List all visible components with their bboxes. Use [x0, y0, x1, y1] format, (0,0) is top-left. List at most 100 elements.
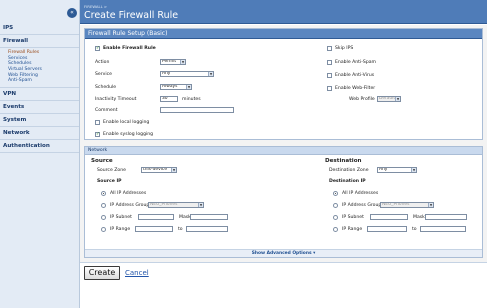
source-ip-group-radio[interactable] — [101, 203, 106, 208]
destination-range-start-input[interactable] — [367, 226, 407, 232]
sidebar: « IPS Firewall Firewall Rules Services S… — [0, 0, 80, 308]
chevron-down-icon: ▼ — [180, 60, 185, 64]
network-panel: Network Source Source Zone this-device ▼ … — [84, 146, 483, 258]
sidebar-item-anti-spam[interactable]: Anti-Spam — [0, 78, 79, 84]
source-zone-select[interactable]: this-device ▼ — [141, 167, 177, 173]
firewall-submenu: Firewall Rules Services Schedules Virtua… — [0, 48, 79, 89]
syslog-logging-checkbox[interactable]: ✓ — [95, 132, 100, 137]
schedule-select[interactable]: Always ▼ — [160, 84, 192, 90]
service-select-value: Any — [162, 71, 171, 76]
basic-setup-panel: Firewall Rule Setup (Basic) ✓ Enable Fir… — [84, 28, 483, 140]
service-label: Service — [95, 72, 112, 77]
destination-ip-heading: Destination IP — [329, 179, 366, 184]
network-title: Network — [85, 147, 482, 155]
source-ip-subnet-label: IP Subnet — [110, 215, 132, 220]
source-ip-group-select[interactable]: NEU_Phones ▼ — [148, 202, 204, 208]
chevron-down-icon: ▼ — [171, 168, 176, 172]
breadcrumb[interactable]: FIREWALL > — [84, 4, 107, 9]
destination-ip-range-label: IP Range — [342, 227, 363, 232]
anti-spam-checkbox[interactable] — [327, 60, 332, 65]
destination-ip-group-select-value: NEU_Phones — [382, 202, 410, 207]
timeout-label: Inactivity Timeout — [95, 97, 137, 102]
source-ip-range-radio[interactable] — [101, 227, 106, 232]
sidebar-section-events[interactable]: Events — [0, 101, 79, 115]
destination-ip-subnet-input[interactable] — [370, 214, 408, 220]
anti-virus-label: Enable Anti-Virus — [335, 73, 375, 78]
sidebar-section-network[interactable]: Network — [0, 127, 79, 141]
cancel-link[interactable]: Cancel — [125, 269, 149, 277]
action-label: Action — [95, 60, 110, 65]
sidebar-top: « — [0, 0, 79, 22]
network-body: Source Source Zone this-device ▼ Source I… — [85, 156, 482, 258]
source-ip-heading: Source IP — [97, 179, 122, 184]
basic-setup-title: Firewall Rule Setup (Basic) — [85, 29, 482, 39]
skip-ips-checkbox[interactable] — [327, 46, 332, 51]
form-footer: Create Cancel — [80, 262, 487, 308]
enable-rule-label: Enable Firewall Rule — [103, 46, 156, 51]
chevron-down-icon: ▼ — [395, 97, 400, 101]
source-ip-range-label: IP Range — [110, 227, 131, 232]
local-logging-label: Enable local logging — [103, 120, 150, 125]
destination-ip-group-select[interactable]: NEU_Phones ▼ — [380, 202, 434, 208]
comment-label: Comment — [95, 108, 118, 113]
sidebar-section-authentication[interactable]: Authentication — [0, 140, 79, 154]
service-select[interactable]: Any ▼ — [160, 71, 214, 77]
source-range-to-label: to — [178, 227, 183, 232]
destination-range-end-input[interactable] — [420, 226, 466, 232]
destination-ip-subnet-radio[interactable] — [333, 215, 338, 220]
sidebar-section-ips[interactable]: IPS — [0, 22, 79, 35]
source-ip-group-label: IP Address Group — [110, 203, 150, 208]
anti-virus-checkbox[interactable] — [327, 73, 332, 78]
destination-zone-label: Destination Zone — [329, 168, 369, 173]
show-advanced-options-link[interactable]: Show Advanced Options ▾ — [85, 249, 482, 257]
action-select-value: Permit — [162, 59, 177, 64]
page-title: Create Firewall Rule — [84, 10, 179, 21]
web-profile-select[interactable]: Default ▼ — [377, 96, 401, 102]
source-range-start-input[interactable] — [135, 226, 173, 232]
source-zone-select-value: this-device — [143, 167, 168, 172]
source-range-end-input[interactable] — [186, 226, 228, 232]
source-mask-input[interactable] — [190, 214, 228, 220]
destination-ip-group-label: IP Address Group — [342, 203, 382, 208]
chevron-down-icon: ▼ — [208, 72, 213, 76]
source-ip-group-select-value: NEU_Phones — [150, 202, 178, 207]
sidebar-section-system[interactable]: System — [0, 114, 79, 128]
sidebar-section-vpn[interactable]: VPN — [0, 88, 79, 102]
destination-zone-select[interactable]: Any ▼ — [377, 167, 417, 173]
chevron-down-icon: ▼ — [428, 203, 433, 207]
enable-rule-checkbox[interactable]: ✓ — [95, 46, 100, 51]
destination-ip-subnet-label: IP Subnet — [342, 215, 364, 220]
destination-mask-input[interactable] — [425, 214, 467, 220]
action-select[interactable]: Permit ▼ — [160, 59, 186, 65]
sidebar-section-firewall[interactable]: Firewall — [0, 35, 79, 48]
source-zone-label: Source Zone — [97, 168, 126, 173]
web-filter-checkbox[interactable] — [327, 86, 332, 91]
schedule-select-value: Always — [162, 84, 178, 89]
basic-setup-body: ✓ Enable Firewall Rule Action Permit ▼ Se… — [85, 40, 482, 140]
source-heading: Source — [91, 158, 113, 164]
create-button[interactable]: Create — [84, 266, 120, 280]
web-profile-select-value: Default — [379, 96, 396, 101]
source-all-ip-radio[interactable] — [101, 191, 106, 196]
source-ip-subnet-input[interactable] — [138, 214, 174, 220]
destination-all-ip-label: All IP Addresses — [342, 191, 379, 196]
destination-ip-range-radio[interactable] — [333, 227, 338, 232]
source-all-ip-label: All IP Addresses — [110, 191, 147, 196]
destination-zone-select-value: Any — [379, 167, 388, 172]
chevron-down-icon: ▼ — [186, 85, 191, 89]
schedule-label: Schedule — [95, 85, 117, 90]
web-filter-label: Enable Web-Filter — [335, 86, 376, 91]
collapse-sidebar-icon[interactable]: « — [67, 8, 77, 18]
chevron-down-icon: ▼ — [198, 203, 203, 207]
chevron-down-icon: ▼ — [411, 168, 416, 172]
anti-spam-label: Enable Anti-Spam — [335, 60, 377, 65]
web-profile-label: Web Profile — [349, 97, 375, 102]
comment-input[interactable] — [160, 107, 234, 113]
local-logging-checkbox[interactable] — [95, 120, 100, 125]
destination-ip-group-radio[interactable] — [333, 203, 338, 208]
destination-all-ip-radio[interactable] — [333, 191, 338, 196]
timeout-input[interactable]: 30 — [160, 96, 178, 102]
source-ip-subnet-radio[interactable] — [101, 215, 106, 220]
destination-range-to-label: to — [412, 227, 417, 232]
timeout-unit: minutes — [182, 97, 201, 102]
